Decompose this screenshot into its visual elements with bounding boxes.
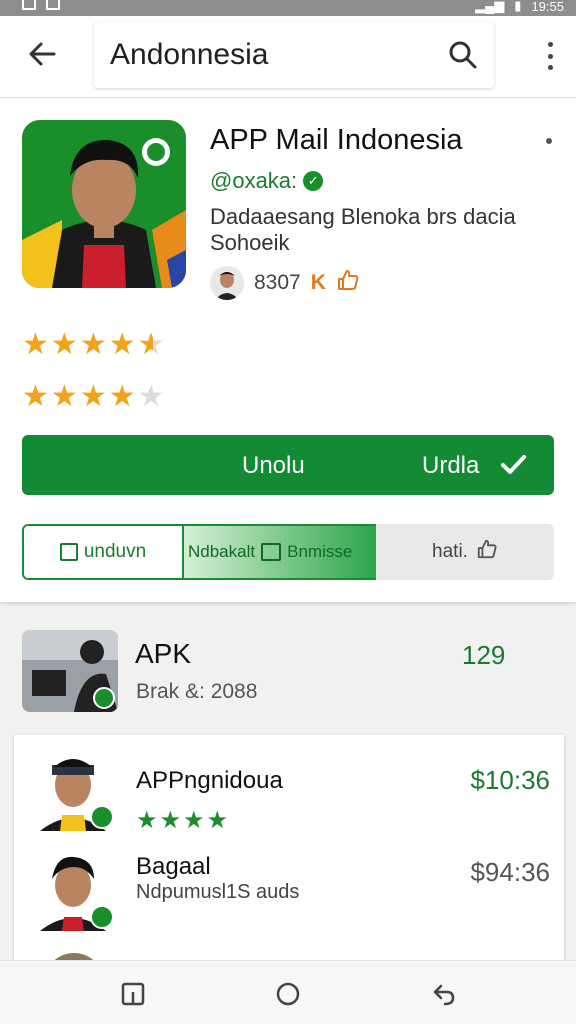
meta-count: 8307 [254, 271, 301, 294]
item-name: Bagaal [136, 853, 211, 880]
system-nav-bar [0, 960, 576, 1024]
home-icon[interactable] [273, 979, 303, 1009]
star-icon: ★ [79, 328, 107, 361]
star-icon: ★ [50, 380, 78, 413]
top-app-bar: Andonnesia [0, 16, 576, 98]
back-arrow-icon[interactable] [24, 36, 60, 72]
star-icon: ★ [137, 380, 165, 413]
app-title: APP Mail Indonesia [210, 124, 463, 156]
star-icon: ★ [79, 380, 107, 413]
star-icon: ★ [22, 328, 49, 361]
more-vert-icon[interactable] [544, 38, 556, 74]
list-item[interactable]: APPngnidoua ★ ★ ★ ★ $10:36 [14, 743, 564, 843]
list-item[interactable]: Bagaal Ndpumusl1S auds $94:36 [14, 843, 564, 943]
star-icon: ★ [137, 328, 165, 361]
battery-icon: ▮ [514, 0, 522, 13]
download-segment[interactable]: unduvn [22, 524, 184, 580]
app-meta: 8307 K [210, 266, 360, 300]
item-badge-icon [90, 905, 114, 929]
like-segment[interactable]: hati. [376, 524, 554, 580]
app-icon[interactable] [22, 120, 186, 288]
description-line-2: Sohoeik [210, 230, 290, 255]
signal-icon: ▂▄▆ [475, 0, 505, 13]
star-icon: ★ [22, 380, 49, 413]
action-segmented-control: unduvn Ndbakalt Bnmisse hati. [22, 524, 554, 580]
developer-link[interactable]: @oxaka: ✓ [210, 168, 324, 194]
status-bar: ▂▄▆ ▮ 19:55 [0, 0, 576, 16]
green-star-icon: ★ [183, 807, 205, 834]
apk-thumbnail [22, 630, 118, 712]
item-avatar [30, 845, 116, 931]
back-nav-icon[interactable] [428, 979, 458, 1009]
item-name: APPngnidoua [136, 767, 283, 794]
thumbs-up-outline-icon [476, 538, 498, 566]
developer-name[interactable]: @oxaka: [210, 168, 297, 194]
card-more-icon[interactable] [546, 138, 552, 144]
item-badge-icon [90, 805, 114, 829]
bag-segment[interactable]: Ndbakalt Bnmisse [184, 524, 376, 580]
check-icon [498, 449, 528, 484]
star-icon: ★ [108, 380, 136, 413]
search-icon[interactable] [448, 40, 478, 75]
star-icon: ★ [108, 328, 136, 361]
bag-segment-label-b: Bnmisse [287, 542, 353, 561]
checkbox-icon [59, 543, 78, 561]
item-subtitle: Ndpumusl1S auds [136, 881, 300, 903]
apk-subtitle: Brak &: 2088 [136, 680, 258, 703]
meta-k: K [310, 271, 326, 294]
app-list-card: APPngnidoua ★ ★ ★ ★ $10:36 Bagaal Ndpumusl1… [14, 735, 564, 975]
install-label-2: Urdla [422, 452, 480, 479]
green-star-icon: ★ [206, 807, 229, 834]
bag-icon [261, 543, 282, 561]
description-line-1: Dadaaesang Blenoka brs dacia [210, 204, 516, 229]
search-bar[interactable]: Andonnesia [94, 22, 494, 88]
bag-segment-label-a: Ndbakalt [188, 542, 256, 561]
app-detail-card: APP Mail Indonesia @oxaka: ✓ Dadaaesang … [0, 98, 576, 602]
notification-icon [22, 0, 36, 10]
apk-price: 129 [462, 640, 506, 670]
install-label-1: Unolu [242, 452, 305, 479]
rating-stars-secondary: ★ ★ ★ ★ ★ [22, 382, 165, 412]
item-avatar [30, 745, 116, 831]
recents-icon[interactable] [118, 979, 148, 1009]
item-rating-stars: ★ ★ ★ ★ [136, 809, 228, 833]
status-time: 19:55 [531, 0, 564, 14]
green-star-icon: ★ [159, 807, 182, 834]
developer-avatar [210, 266, 244, 300]
download-segment-label: unduvn [83, 541, 147, 562]
search-query[interactable]: Andonnesia [110, 38, 268, 72]
rating-stars-primary: ★ ★ ★ ★ ★ [22, 330, 165, 360]
like-segment-label: hati. [432, 541, 468, 562]
verified-icon: ✓ [303, 171, 324, 191]
notification-icon-2 [46, 0, 60, 10]
apk-list-item[interactable]: APK Brak &: 2088 129 [0, 620, 576, 720]
install-button[interactable]: Unolu Urdla [22, 435, 554, 495]
apk-name: APK [135, 638, 192, 669]
green-star-icon: ★ [136, 807, 158, 834]
star-icon: ★ [50, 328, 78, 361]
thumbs-up-icon [336, 268, 360, 298]
item-price: $10:36 [470, 765, 550, 795]
item-price: $94:36 [470, 857, 550, 887]
app-description: Dadaaesang Blenoka brs dacia Sohoeik [210, 204, 550, 256]
